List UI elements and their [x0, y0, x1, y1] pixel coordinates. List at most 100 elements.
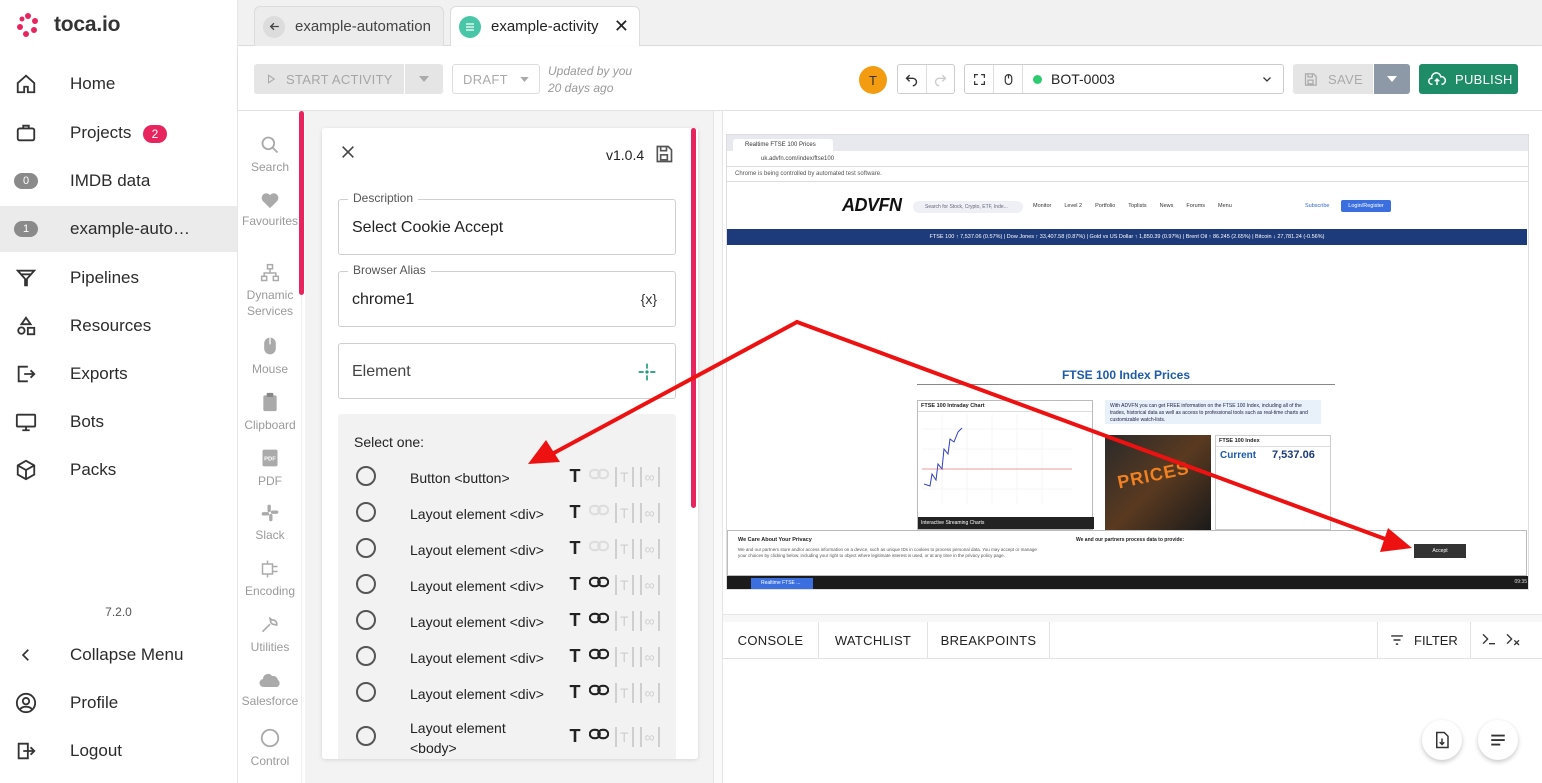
- element-option[interactable]: Layout element <div> T T ∞: [338, 566, 676, 602]
- save-button[interactable]: SAVE: [1293, 64, 1373, 94]
- nav-item-logout[interactable]: Logout: [0, 728, 237, 774]
- nav-item-example-automation[interactable]: 1 example-auto…: [0, 206, 237, 252]
- monitor-icon: [14, 410, 38, 434]
- palette-slack[interactable]: Slack: [238, 503, 302, 543]
- nav-item-imdb-data[interactable]: 0 IMDB data: [0, 158, 237, 204]
- description-field[interactable]: Description Select Cookie Accept: [338, 191, 676, 255]
- collapse-menu-button[interactable]: Collapse Menu: [0, 632, 237, 678]
- file-download-icon: [1436, 731, 1449, 749]
- text-icon[interactable]: T: [567, 574, 583, 595]
- browser-alias-field[interactable]: Browser Alias chrome1 {x}: [338, 263, 676, 327]
- tab-console[interactable]: CONSOLE: [723, 622, 819, 658]
- updated-info: Updated by you 20 days ago: [548, 64, 633, 95]
- nav-item-home[interactable]: Home: [0, 61, 237, 107]
- radio-button[interactable]: [356, 682, 376, 702]
- radio-button[interactable]: [356, 646, 376, 666]
- link-icon[interactable]: [588, 683, 610, 702]
- vertical-splitter[interactable]: [713, 111, 723, 783]
- link-icon[interactable]: [588, 575, 610, 594]
- bot-select[interactable]: BOT-0003: [964, 64, 1284, 94]
- nav-item-exports[interactable]: Exports: [0, 351, 237, 397]
- radio-button[interactable]: [356, 610, 376, 630]
- element-option[interactable]: Layout element <div> T T ∞: [338, 674, 676, 710]
- text-icon[interactable]: T: [567, 682, 583, 703]
- bot-screenshot[interactable]: Realtime FTSE 100 Prices uk.advfn.com/in…: [726, 134, 1529, 590]
- element-option[interactable]: Layout element <body> T T ∞: [338, 710, 676, 756]
- radio-button[interactable]: [356, 466, 376, 486]
- element-option[interactable]: Layout element <div> T T ∞: [338, 494, 676, 530]
- status-select[interactable]: DRAFT: [452, 64, 540, 94]
- start-activity-button[interactable]: START ACTIVITY: [254, 64, 404, 94]
- element-option[interactable]: Button <button> T T ∞: [338, 458, 676, 494]
- menu-button[interactable]: [1478, 720, 1518, 760]
- element-option[interactable]: Layout element <div> T T ∞: [338, 638, 676, 674]
- crosshair-icon[interactable]: [637, 362, 657, 387]
- pdf-icon: PDF: [238, 447, 302, 469]
- tab-label: example-activity: [491, 18, 599, 35]
- arrow-left-icon[interactable]: [263, 15, 285, 38]
- palette-control[interactable]: Control: [238, 727, 302, 769]
- close-tab-icon[interactable]: ✕: [614, 16, 629, 37]
- bracket-text-icon: T: [615, 466, 634, 487]
- text-icon[interactable]: T: [567, 502, 583, 523]
- nav-item-bots[interactable]: Bots: [0, 399, 237, 445]
- nav-item-profile[interactable]: Profile: [0, 680, 237, 726]
- text-icon[interactable]: T: [567, 610, 583, 631]
- mouse-icon[interactable]: [994, 65, 1023, 93]
- text-icon[interactable]: T: [567, 646, 583, 667]
- palette-pdf[interactable]: PDF PDF: [238, 447, 302, 489]
- radio-button[interactable]: [356, 538, 376, 558]
- palette-utilities[interactable]: Utilities: [238, 615, 302, 655]
- palette-scrollbar[interactable]: [299, 111, 304, 295]
- nav-item-pipelines[interactable]: Pipelines: [0, 255, 237, 301]
- text-icon[interactable]: T: [567, 538, 583, 559]
- radio-button[interactable]: [356, 726, 376, 746]
- tab-breakpoints[interactable]: BREAKPOINTS: [928, 622, 1050, 658]
- fullscreen-icon[interactable]: [965, 65, 994, 93]
- variable-icon[interactable]: {x}: [641, 291, 657, 307]
- palette-salesforce[interactable]: Salesforce: [238, 671, 302, 709]
- nav-item-projects[interactable]: Projects 2: [0, 110, 237, 156]
- redo-icon[interactable]: [925, 65, 954, 93]
- text-icon[interactable]: T: [567, 466, 583, 487]
- element-option[interactable]: Layout element <div> T T ∞: [338, 602, 676, 638]
- tab-example-automation[interactable]: example-automation: [254, 6, 444, 46]
- link-icon[interactable]: [588, 647, 610, 666]
- nav-item-packs[interactable]: Packs: [0, 447, 237, 493]
- save-dropdown[interactable]: [1374, 64, 1410, 94]
- brand[interactable]: toca.io: [16, 12, 120, 38]
- tab-label: example-automation: [295, 18, 431, 35]
- text-icon[interactable]: T: [567, 726, 583, 747]
- filter-button[interactable]: FILTER: [1377, 622, 1471, 658]
- palette-favourites[interactable]: Favourites: [238, 191, 302, 229]
- link-icon[interactable]: [588, 727, 610, 746]
- nav-item-resources[interactable]: Resources: [0, 303, 237, 349]
- tab-example-activity[interactable]: example-activity ✕: [450, 6, 640, 46]
- palette-clipboard[interactable]: Clipboard: [238, 391, 302, 433]
- horizontal-splitter[interactable]: [723, 614, 1542, 622]
- radio-button[interactable]: [356, 502, 376, 522]
- element-field[interactable]: Element: [338, 343, 676, 399]
- terminal-icon[interactable]: [1481, 631, 1497, 652]
- palette-mouse[interactable]: Mouse: [238, 335, 302, 377]
- palette-dynamic-services[interactable]: Dynamic Services: [238, 263, 302, 319]
- panel-scrollbar[interactable]: [691, 128, 696, 508]
- option-label: Layout element <div>: [410, 686, 544, 702]
- tab-watchlist[interactable]: WATCHLIST: [819, 622, 928, 658]
- option-label: Button <button>: [410, 470, 510, 486]
- save-icon[interactable]: [654, 144, 674, 169]
- element-option[interactable]: Layout element <div> T T ∞: [338, 530, 676, 566]
- download-file-button[interactable]: [1422, 720, 1462, 760]
- palette-encoding[interactable]: Encoding: [238, 559, 302, 599]
- terminal-clear-icon[interactable]: [1505, 631, 1521, 652]
- bracket-link-icon: ∞: [639, 466, 660, 487]
- undo-icon[interactable]: [898, 65, 926, 93]
- undo-redo-group: [897, 64, 955, 94]
- close-icon[interactable]: [340, 144, 356, 165]
- radio-button[interactable]: [356, 574, 376, 594]
- publish-button[interactable]: PUBLISH: [1419, 64, 1518, 94]
- start-activity-dropdown[interactable]: [405, 64, 443, 94]
- palette-search[interactable]: Search: [238, 135, 302, 175]
- link-icon[interactable]: [588, 611, 610, 630]
- avatar[interactable]: T: [859, 66, 887, 94]
